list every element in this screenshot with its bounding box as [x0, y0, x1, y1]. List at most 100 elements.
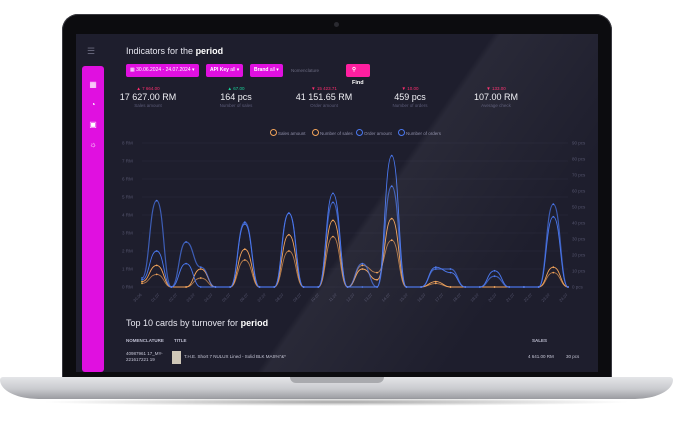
y2-tick-label: 30 pcs — [572, 237, 586, 242]
x-tick-label: 17.07 — [434, 292, 445, 303]
camera — [334, 22, 339, 27]
y2-tick-label: 90 pcs — [572, 141, 586, 146]
col-title[interactable]: TITLE — [174, 338, 187, 343]
data-point — [273, 286, 276, 288]
data-point — [361, 268, 364, 270]
x-tick-label: 09.07 — [292, 292, 303, 303]
product-thumbnail — [172, 351, 181, 364]
series-line — [141, 155, 569, 288]
kpi-value: 459 pcs — [394, 92, 426, 102]
data-point — [214, 286, 217, 288]
data-point — [405, 286, 408, 288]
data-point — [141, 278, 143, 281]
data-point — [287, 250, 290, 252]
x-tick-label: 14.07 — [381, 292, 392, 303]
image-icon[interactable]: ▣ — [82, 120, 104, 130]
legend-item[interactable]: Number of sales — [312, 129, 353, 137]
find-button[interactable]: ⚲ Find — [346, 64, 370, 86]
sales-count-cell: 30 pcs — [566, 354, 580, 359]
x-tick-label: 24.07 — [558, 292, 569, 303]
x-tick-label: 05.07 — [221, 292, 232, 303]
x-tick-label: 30.06 — [132, 292, 143, 303]
laptop-notch — [290, 377, 384, 383]
kpi-value: 17 627.00 RM — [119, 92, 177, 102]
data-point — [155, 199, 158, 202]
kpi-order-amount: ▼ 15 423.71 41 151.65 RM Order amount — [284, 86, 364, 109]
data-point — [552, 271, 555, 274]
y2-tick-label: 40 pcs — [572, 221, 586, 226]
list-icon[interactable]: ☰ — [87, 46, 95, 57]
data-point — [449, 286, 452, 288]
data-point — [185, 286, 187, 288]
page-title: Indicators for the period — [126, 46, 224, 56]
data-point — [243, 223, 246, 225]
sales-amount-cell: 4 641.00 RM — [528, 354, 554, 359]
data-point — [390, 217, 393, 220]
y2-tick-label: 70 pcs — [572, 173, 586, 178]
kpi-value: 41 151.65 RM — [295, 92, 353, 102]
data-point — [302, 286, 305, 288]
x-tick-label: 08.07 — [274, 292, 285, 303]
y2-tick-label: 80 pcs — [572, 157, 586, 162]
data-point — [420, 286, 423, 288]
data-point — [141, 282, 143, 285]
x-tick-label: 23.07 — [540, 292, 551, 303]
x-tick-label: 06.07 — [239, 292, 250, 303]
x-tick-label: 01.07 — [150, 292, 161, 303]
x-tick-label: 18.07 — [452, 292, 463, 303]
data-point — [508, 286, 511, 288]
data-point — [361, 264, 364, 267]
data-point — [141, 277, 143, 279]
series-line — [141, 185, 569, 288]
y2-tick-label: 50 pcs — [572, 205, 586, 210]
kpi-value: 164 pcs — [220, 92, 252, 102]
data-point — [185, 241, 187, 243]
y-tick-label: 5 RM — [122, 195, 133, 200]
data-point — [464, 286, 467, 288]
title-cell: T.H.E. Short 7 NULUX Lined - Solid BLK M… — [184, 354, 286, 359]
kpi-number-of-sales: ▲ 67.00 164 pcs Number of sales — [196, 86, 276, 109]
kpi-label: Sales amount — [134, 103, 162, 108]
data-point — [493, 275, 496, 278]
x-tick-label: 12.07 — [345, 292, 356, 303]
chart-icon[interactable]: ▦ — [82, 80, 104, 90]
date-range-picker[interactable]: ▦ 30.06.2024 - 24.07.2024 ▾ — [126, 64, 199, 77]
data-point — [243, 248, 246, 251]
col-nomenclature[interactable]: NOMENCLATURE — [126, 338, 164, 343]
y2-tick-label: 60 pcs — [572, 189, 586, 194]
data-point — [434, 268, 437, 270]
legend-item[interactable]: Order amount — [356, 129, 392, 137]
data-point — [361, 262, 364, 265]
kpi-sales-amount: ▲ 7 664.00 17 627.00 RM Sales amount — [108, 86, 188, 109]
col-sales[interactable]: SALES — [532, 338, 547, 343]
y-tick-label: 2 RM — [122, 249, 133, 254]
api-key-select[interactable]: API Key all ▾ — [206, 64, 244, 77]
data-point — [317, 286, 320, 288]
legend-item[interactable]: Number of orders — [398, 129, 441, 137]
data-point — [390, 239, 393, 242]
kpi-label: Order amount — [310, 103, 338, 108]
bulb-icon[interactable]: ☼ — [82, 140, 104, 150]
data-point — [199, 266, 202, 269]
pie-chart-icon[interactable]: ◔ — [82, 100, 104, 110]
kpi-label: Number of orders — [392, 103, 428, 108]
data-point — [537, 286, 540, 288]
search-icon: ⚲ — [352, 67, 357, 73]
data-point — [552, 215, 555, 218]
table-row[interactable]: 40987961 17_MY-221617221 19 T.H.E. Short… — [126, 351, 591, 367]
x-tick-label: 10.07 — [310, 292, 321, 303]
nomenclature-cell: 40987961 17_MY-221617221 19 — [126, 351, 163, 362]
data-point — [185, 262, 187, 265]
y-tick-label: 0 RM — [122, 285, 133, 290]
brand-select[interactable]: Brand all ▾ — [250, 64, 283, 77]
data-point — [199, 286, 202, 288]
legend-item[interactable]: Sales amount — [270, 129, 306, 137]
kpi-number-of-orders: ▼ 10.00 459 pcs Number of orders — [370, 86, 450, 109]
kpi-value: 107.00 RM — [473, 92, 519, 102]
x-tick-label: 13.07 — [363, 292, 374, 303]
y-tick-label: 4 RM — [122, 213, 133, 218]
y2-tick-label: 10 pcs — [572, 269, 586, 274]
data-point — [552, 266, 555, 269]
nomenclature-input[interactable]: Nomenclature — [288, 64, 346, 77]
x-tick-label: 04.07 — [203, 292, 214, 303]
